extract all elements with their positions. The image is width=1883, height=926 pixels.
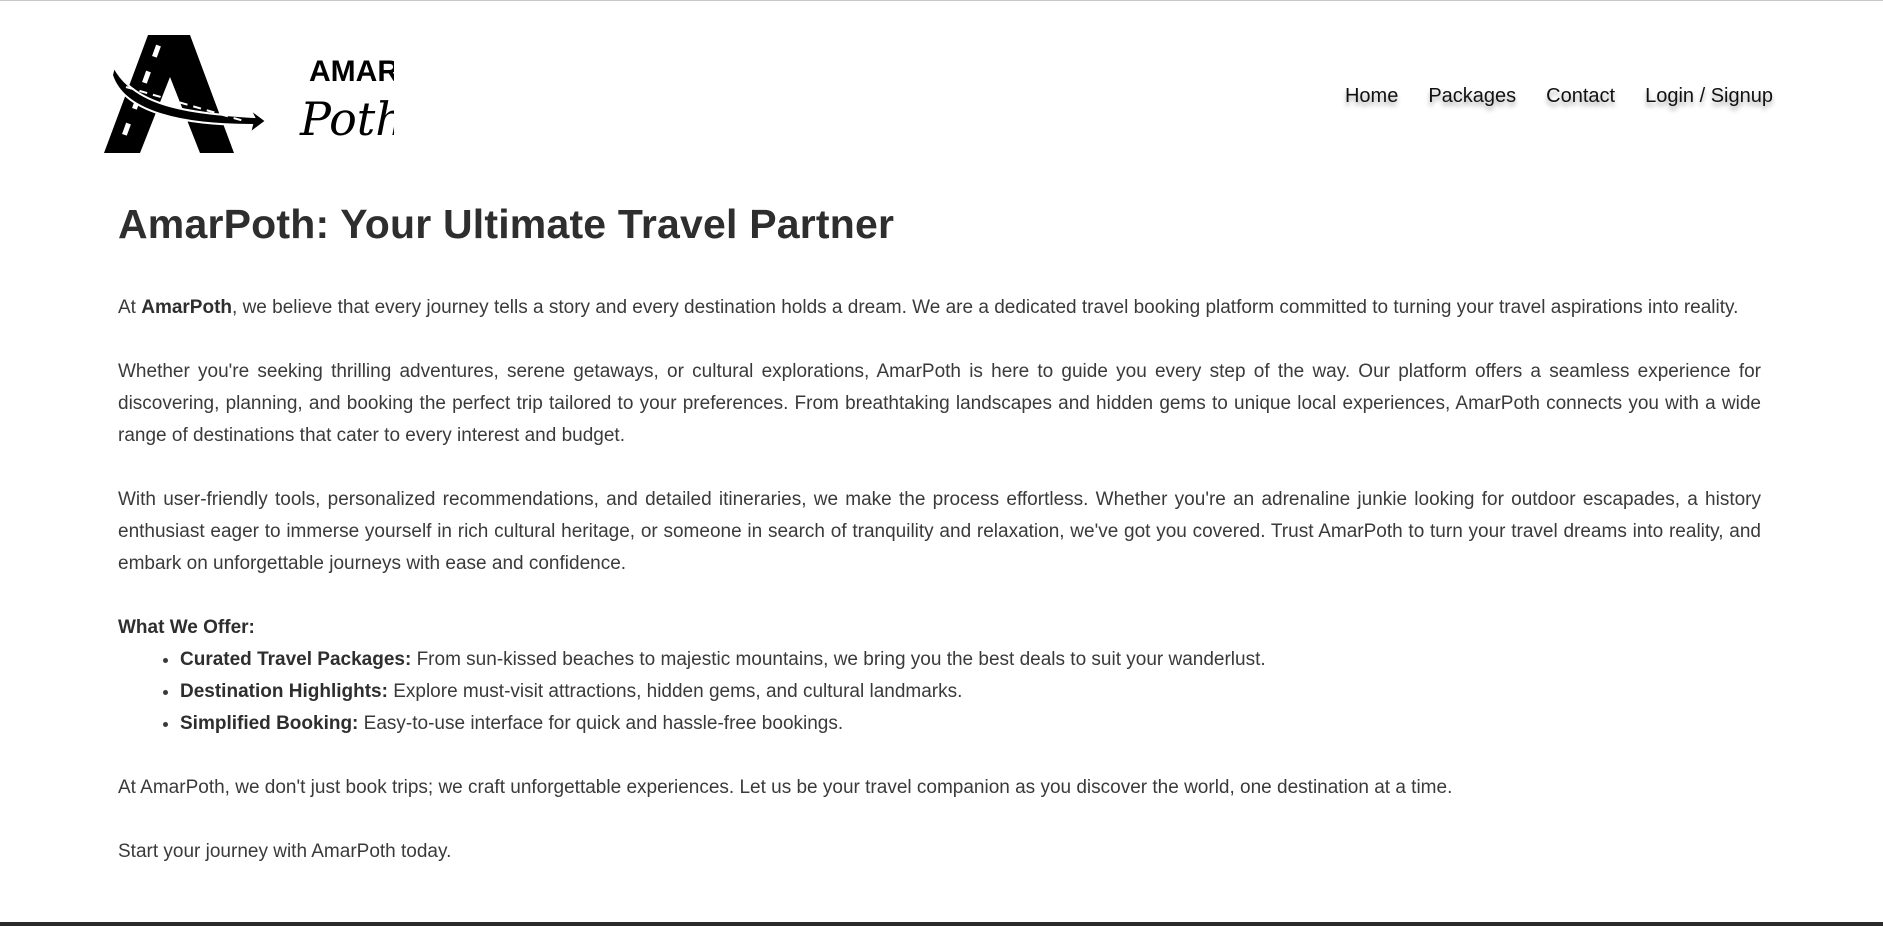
offer-text: From sun-kissed beaches to majestic moun… (411, 649, 1266, 670)
offer-label: Curated Travel Packages: (180, 649, 412, 670)
offer-label: Simplified Booking: (180, 713, 359, 734)
offer-text: Easy-to-use interface for quick and hass… (358, 713, 844, 734)
offer-label: Destination Highlights: (180, 681, 388, 702)
nav-contact[interactable]: Contact (1546, 85, 1615, 108)
intro-paragraph: At AmarPoth, we believe that every journ… (118, 292, 1761, 324)
nav-home[interactable]: Home (1345, 85, 1398, 108)
closing-paragraph: At AmarPoth, we don't just book trips; w… (118, 777, 1453, 798)
page-title: AmarPoth: Your Ultimate Travel Partner (118, 201, 895, 247)
amarpoth-logo[interactable]: AMAR Poth (104, 35, 394, 157)
logo-road-icon: AMAR Poth (104, 35, 394, 153)
paragraph-2: Whether you're seeking thrilling adventu… (118, 361, 1761, 446)
paragraph-3: With user-friendly tools, personalized r… (118, 489, 1761, 574)
intro-prefix: At (118, 297, 142, 318)
list-item: Destination Highlights: Explore must-vis… (180, 676, 1761, 708)
offer-heading: What We Offer: (118, 617, 255, 638)
site-header: AMAR Poth Home Packages Contact Login / … (0, 1, 1883, 171)
list-item: Simplified Booking: Easy-to-use interfac… (180, 708, 1761, 740)
svg-text:AMAR: AMAR (309, 55, 394, 88)
nav-login-signup[interactable]: Login / Signup (1645, 85, 1773, 108)
list-item: Curated Travel Packages: From sun-kissed… (180, 644, 1761, 676)
main-nav: Home Packages Contact Login / Signup (1345, 85, 1773, 108)
nav-packages[interactable]: Packages (1428, 85, 1516, 108)
intro-brand: AmarPoth (141, 297, 233, 318)
closing-cta: Start your journey with AmarPoth today. (118, 841, 452, 862)
svg-text:Poth: Poth (299, 92, 394, 146)
about-content: AmarPoth: Your Ultimate Travel Partner A… (118, 201, 1761, 868)
offer-text: Explore must-visit attractions, hidden g… (387, 681, 963, 702)
bottom-border (0, 922, 1883, 926)
offer-list: Curated Travel Packages: From sun-kissed… (118, 644, 1761, 740)
intro-suffix: , we believe that every journey tells a … (232, 297, 1739, 318)
